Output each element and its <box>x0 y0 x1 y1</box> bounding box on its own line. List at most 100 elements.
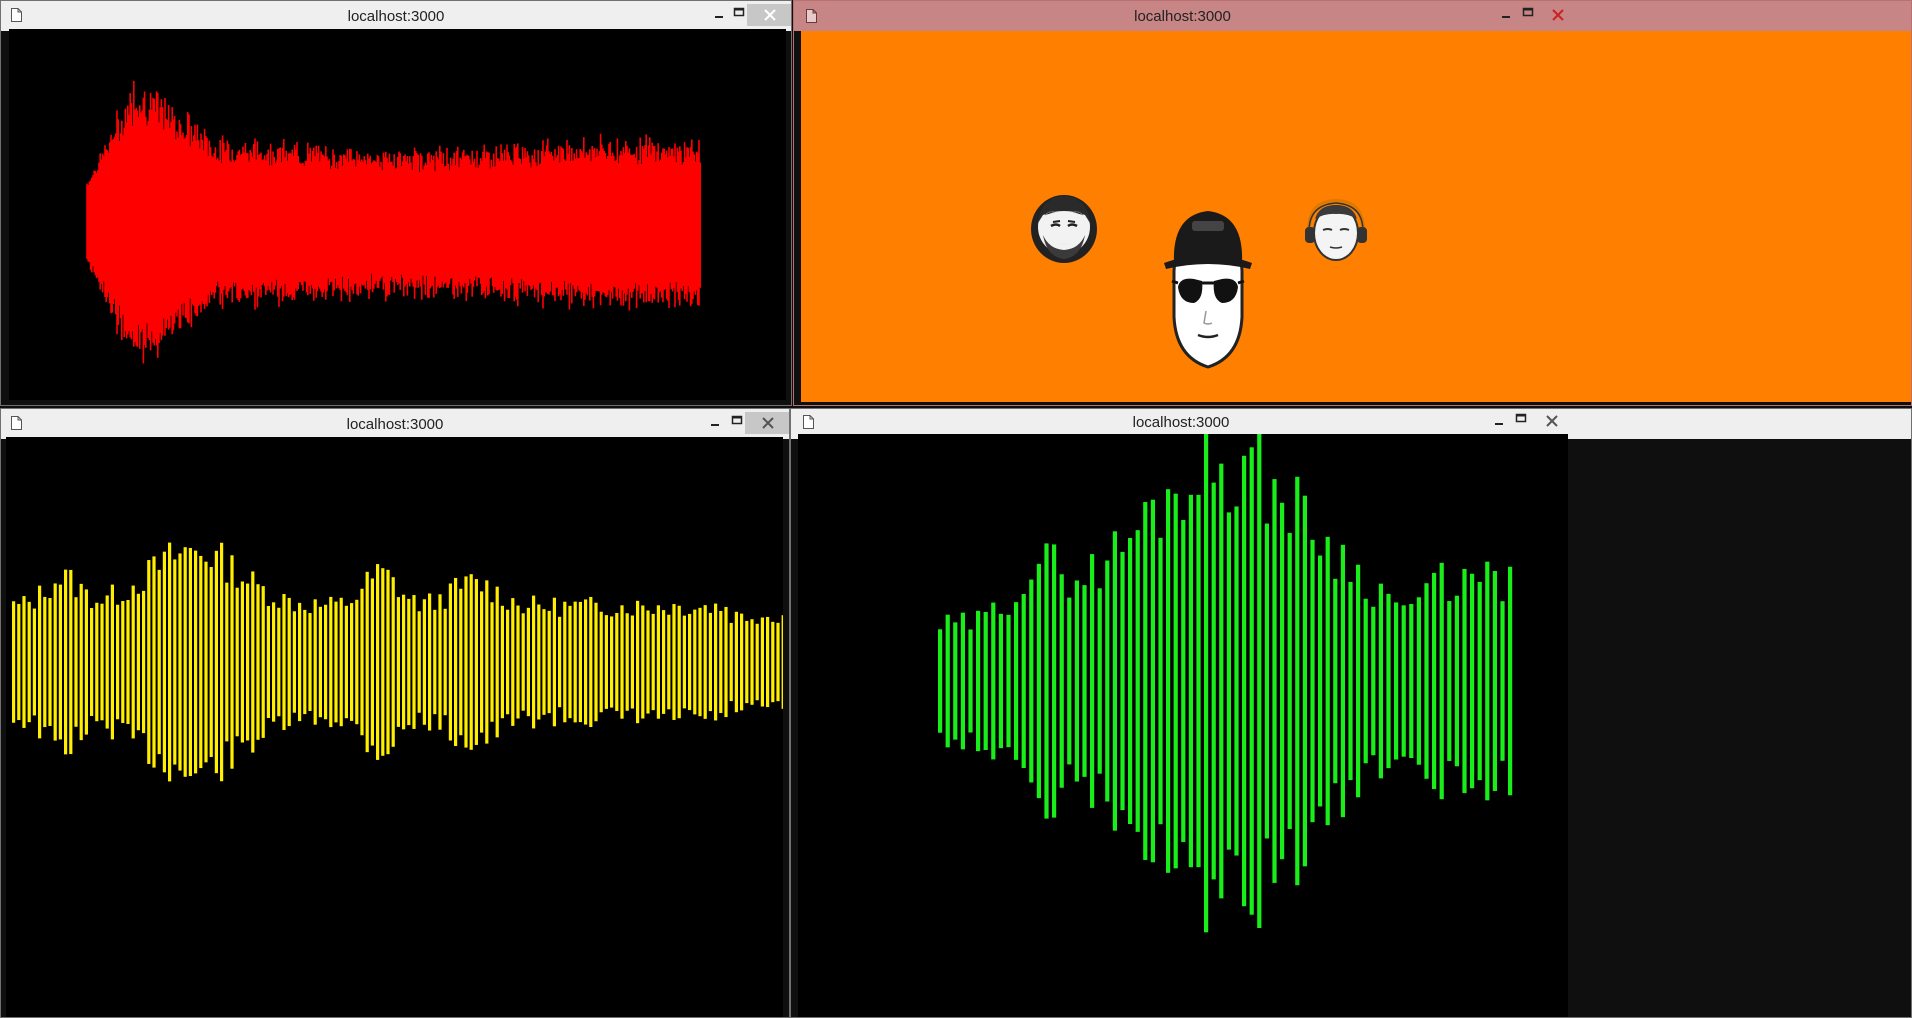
visualizer-bar <box>495 586 499 738</box>
visualizer-bar <box>755 623 759 701</box>
title-bar[interactable]: localhost:3000 <box>794 1 1911 31</box>
visualizer-bar <box>630 615 634 709</box>
visualizer-bar <box>662 610 666 714</box>
visualizer-bar <box>677 605 681 719</box>
visualizer-bar <box>945 614 950 748</box>
visualizer-bar <box>204 561 208 763</box>
visualizer-bar <box>53 583 57 741</box>
visualizer-bar <box>69 569 73 755</box>
visualizer-bar <box>646 610 650 714</box>
visualizer-bar <box>1280 502 1285 860</box>
close-icon <box>764 9 776 21</box>
minimize-button[interactable] <box>1496 4 1518 26</box>
visualizer-bar <box>1378 583 1383 779</box>
visualizer-bar <box>1249 447 1254 915</box>
visualizer-bar <box>1166 489 1171 873</box>
browser-window-bottom-right[interactable]: localhost:3000 <box>790 408 1912 1018</box>
visualizer-bar <box>610 616 614 708</box>
headphones-avatar[interactable] <box>1301 197 1371 267</box>
visualizer-bar <box>1052 544 1057 818</box>
browser-window-bottom-left[interactable]: localhost:3000 <box>0 408 790 1018</box>
close-button[interactable] <box>747 4 791 26</box>
visualizer-bar <box>355 599 359 725</box>
visualizer-bar <box>604 615 608 709</box>
visualizer-bar <box>199 555 203 769</box>
visualizer-bar <box>781 615 783 709</box>
close-icon <box>762 417 774 429</box>
visualizer-bar <box>1462 568 1467 794</box>
visualizer-bar <box>714 603 718 721</box>
visualizer-bar <box>386 569 390 755</box>
minimize-button[interactable] <box>1489 411 1511 433</box>
visualizer-bar <box>1432 572 1437 790</box>
visualizer-bar <box>17 603 21 721</box>
visualizer-bar <box>48 598 52 726</box>
visualizer-bar <box>209 567 213 757</box>
visualizer-bar <box>516 605 520 719</box>
visualizer-bar <box>105 595 109 729</box>
visualizer-bar <box>235 587 239 737</box>
bearded-man-avatar[interactable] <box>1029 193 1099 265</box>
visualizer-bar <box>220 542 224 782</box>
close-button[interactable] <box>1538 4 1584 26</box>
visualizer-bar <box>734 611 738 713</box>
visualizer-bar <box>1409 603 1414 759</box>
visualizer-bar <box>568 605 572 719</box>
visualizer-bar <box>43 596 47 728</box>
visualizer-bar <box>240 581 244 743</box>
visualizer-bar <box>1006 614 1011 748</box>
close-button[interactable] <box>745 412 789 434</box>
visualizer-bar <box>64 569 68 755</box>
visualizer-canvas-red <box>9 29 786 400</box>
maximize-button[interactable] <box>1518 4 1540 26</box>
visualizer-bar <box>998 613 1003 749</box>
visualizer-bar <box>1044 543 1049 819</box>
title-bar[interactable]: localhost:3000 <box>1 409 789 439</box>
visualizer-bar <box>506 609 510 715</box>
visualizer-bar <box>953 622 958 740</box>
visualizer-bar <box>641 605 645 719</box>
visualizer-bar <box>376 564 380 760</box>
visualizer-bar <box>391 577 395 747</box>
visualizer-bar <box>976 610 981 752</box>
visualizer-canvas-yellow <box>6 437 783 1017</box>
visualizer-bar <box>84 589 88 735</box>
minimize-button[interactable] <box>705 412 727 434</box>
visualizer-bar <box>95 602 99 722</box>
visualizer-bar <box>745 620 749 704</box>
visualizer-bar <box>1310 539 1315 823</box>
visualizer-bar <box>225 582 229 742</box>
visualizer-bar <box>464 576 468 748</box>
visualizer-bar <box>1348 581 1353 781</box>
visualizer-bar <box>1508 566 1513 796</box>
maximize-button[interactable] <box>1511 410 1533 432</box>
visualizer-bar <box>173 559 177 765</box>
visualizer-bar <box>1485 561 1490 801</box>
visualizer-bar <box>459 588 463 736</box>
visualizer-bar <box>1029 579 1034 783</box>
visualizer-bar <box>287 597 291 727</box>
browser-window-top-right[interactable]: localhost:3000 <box>793 0 1912 406</box>
sunglasses-cap-avatar[interactable] <box>1154 207 1262 371</box>
visualizer-bar <box>303 609 307 715</box>
visualizer-bar <box>1014 602 1019 760</box>
visualizer-bar <box>1363 598 1368 764</box>
visualizer-bar <box>1150 499 1155 863</box>
minimize-button[interactable] <box>709 4 731 26</box>
visualizer-bar <box>991 602 996 760</box>
visualizer-bar <box>194 550 198 774</box>
visualizer-bar <box>116 604 120 720</box>
visualizer-bar <box>131 585 135 739</box>
minimize-icon <box>711 424 719 426</box>
visualizer-bar <box>261 586 265 738</box>
visualizer-bar <box>121 601 125 723</box>
visualizer-bar <box>1401 605 1406 757</box>
visualizer-bar <box>573 601 577 723</box>
close-button[interactable] <box>1531 410 1577 432</box>
title-bar[interactable]: localhost:3000 <box>1 1 791 31</box>
browser-window-top-left[interactable]: localhost:3000 <box>0 0 792 406</box>
window-title: localhost:3000 <box>346 416 444 433</box>
visualizer-bar <box>1470 573 1475 789</box>
visualizer-bar <box>703 605 707 719</box>
visualizer-bar <box>599 611 603 713</box>
